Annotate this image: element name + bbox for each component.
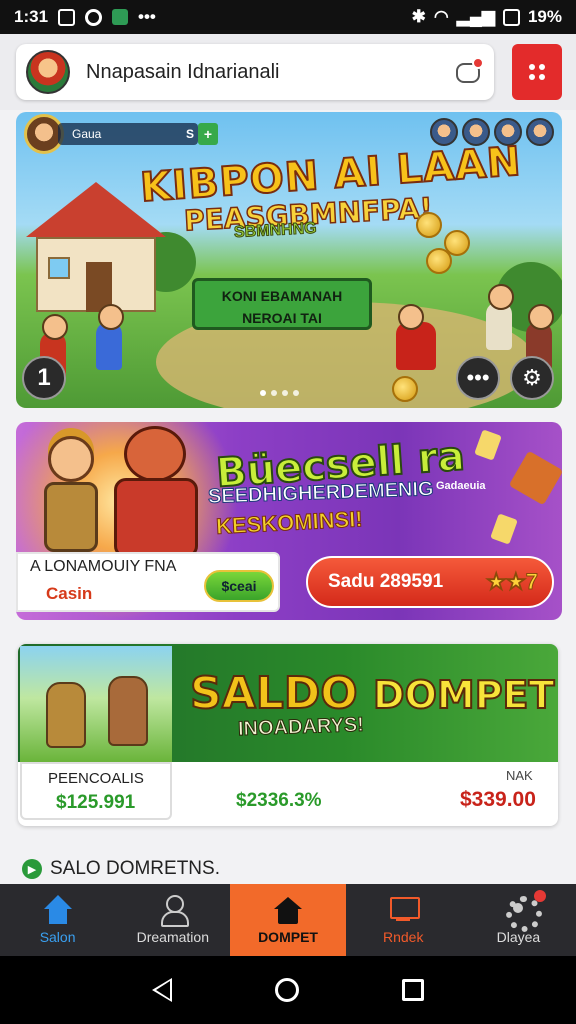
app-header: Nnapasain Idnarianali: [0, 34, 576, 110]
friend-avatar[interactable]: [430, 118, 458, 146]
wallet-balance-box[interactable]: PEENCOALIS $125.991: [20, 762, 172, 820]
wallet-icon: [271, 895, 305, 925]
banner-subtitle-small: SBMNHNG: [233, 219, 318, 242]
currency-label: S: [185, 127, 194, 141]
promo-card-subtitle: Casin: [46, 584, 93, 603]
grid-dot-icon: [529, 64, 535, 70]
coin-icon: [426, 248, 452, 274]
wallet-subtitle: INOADARYS!: [237, 713, 365, 741]
wallet-balance-value: $125.991: [56, 792, 136, 813]
sync-icon: [85, 8, 103, 26]
player-balance-bar[interactable]: Gaua S +: [24, 114, 218, 154]
wallet-illustration: [20, 646, 172, 762]
notification-badge: [472, 57, 484, 69]
star-icon: ★★7: [486, 569, 539, 595]
wallet-loss-label: NAK: [506, 768, 533, 783]
carousel-dot[interactable]: [260, 390, 266, 396]
avatar[interactable]: [26, 50, 70, 94]
promo-action-button[interactable]: Sadu 289591 ★★7: [306, 556, 554, 608]
hero-character: [36, 436, 106, 556]
promo-sign[interactable]: KONI EBAMANAH NEROAI TAI: [192, 278, 372, 330]
wallet-card[interactable]: SALDO DOMPET INOADARYS! PEENCOALIS $125.…: [18, 644, 558, 826]
character-sprite: [486, 284, 514, 350]
nav-label: Salon: [39, 929, 76, 945]
chat-icon[interactable]: •••: [456, 356, 500, 400]
nav-label: Dreamation: [136, 929, 209, 945]
bear-character: [108, 426, 204, 560]
gem-icon: [490, 513, 518, 545]
nav-item-dompet[interactable]: DOMPET: [230, 884, 346, 956]
info-button[interactable]: 1: [22, 356, 66, 400]
play-icon: ▶: [22, 859, 42, 879]
status-bar: 1:31 ••• ✱ ◠ ▂▄▆ 19%: [0, 0, 576, 34]
coin-icon: [392, 376, 418, 402]
battery-icon: [502, 8, 520, 26]
hero-banner[interactable]: Gaua S + KIBPON AI LAAN PEASGBMNFPA! SBM…: [16, 112, 562, 408]
promo-banner[interactable]: Büecsell ra SEEDHIGHERDEMENIG Gadaeuia K…: [16, 422, 562, 620]
status-time: 1:31: [14, 7, 49, 26]
promo-info-card[interactable]: A LONAMOUIY FNA Casin $ceai: [16, 552, 280, 612]
settings-gear-icon[interactable]: ⚙: [510, 356, 554, 400]
add-balance-icon[interactable]: +: [198, 123, 218, 145]
promo-card-button[interactable]: $ceai: [204, 570, 274, 602]
menu-button[interactable]: [512, 44, 562, 100]
coin-icon: [416, 212, 442, 238]
sign-line-2: NEROAI TAI: [242, 310, 322, 326]
bluetooth-icon: ✱: [411, 7, 426, 26]
notification-badge: [534, 890, 547, 902]
bottom-nav: Salon Dreamation DOMPET Rndek Dlayea: [0, 884, 576, 956]
gallery-icon: [58, 8, 76, 26]
wallet-gain-value: $2336.3%: [236, 790, 322, 811]
section-heading: ▶ SALO DOMRETNS.: [22, 858, 220, 880]
carousel-dot[interactable]: [282, 390, 288, 396]
character-sprite: [396, 304, 436, 370]
nav-item-salon[interactable]: Salon: [0, 884, 115, 956]
signal-icon: ▂▄▆: [456, 7, 495, 26]
system-navigation-bar: [0, 956, 576, 1024]
wallet-stats: PEENCOALIS $125.991 $2336.3% NAK $339.00: [18, 762, 558, 826]
nav-item-dlayea[interactable]: Dlayea: [461, 884, 576, 956]
gem-icon: [474, 429, 502, 461]
user-icon: [156, 895, 190, 927]
home-circle-icon[interactable]: [274, 978, 299, 1002]
home-icon: [41, 895, 75, 925]
promo-subtitle-small: Gadaeuia: [436, 480, 486, 492]
nav-item-dreamation[interactable]: Dreamation: [115, 884, 230, 956]
notification-button[interactable]: [454, 57, 484, 87]
app-notification-icon: [112, 9, 129, 25]
back-icon[interactable]: [151, 978, 172, 1002]
carousel-dot[interactable]: [271, 390, 277, 396]
section-title: SALO DOMRETNS.: [50, 858, 220, 879]
wallet-balance-label: PEENCOALIS: [48, 770, 144, 787]
page-title: Nnapasain Idnarianali: [86, 60, 280, 83]
more-notifications-icon: •••: [138, 7, 156, 26]
character-sprite: [96, 304, 124, 370]
sign-line-1: KONI EBAMANAH: [221, 288, 343, 304]
promo-action-label: Sadu 289591: [328, 571, 444, 592]
header-profile-bar[interactable]: Nnapasain Idnarianali: [16, 44, 494, 100]
carousel-indicator[interactable]: [260, 390, 299, 396]
gear-icon: [501, 895, 543, 932]
wifi-icon: ◠: [433, 7, 449, 26]
nav-label: Rndek: [382, 929, 424, 945]
store-icon: [386, 895, 421, 925]
battery-level: 19%: [527, 7, 562, 26]
promo-card-title: A LONAMOUIY FNA: [30, 558, 177, 575]
recent-apps-icon[interactable]: [402, 979, 425, 1001]
friend-avatar[interactable]: [526, 118, 554, 146]
nav-label: DOMPET: [258, 929, 318, 945]
house-illustration: [26, 182, 166, 312]
chest-icon: [508, 450, 562, 506]
wallet-title: SALDO DOMPET: [189, 667, 555, 720]
balance-label: Gaua: [72, 127, 102, 141]
nav-item-rndek[interactable]: Rndek: [346, 884, 461, 956]
wallet-loss-value: $339.00: [460, 788, 536, 811]
carousel-dot[interactable]: [293, 390, 299, 396]
